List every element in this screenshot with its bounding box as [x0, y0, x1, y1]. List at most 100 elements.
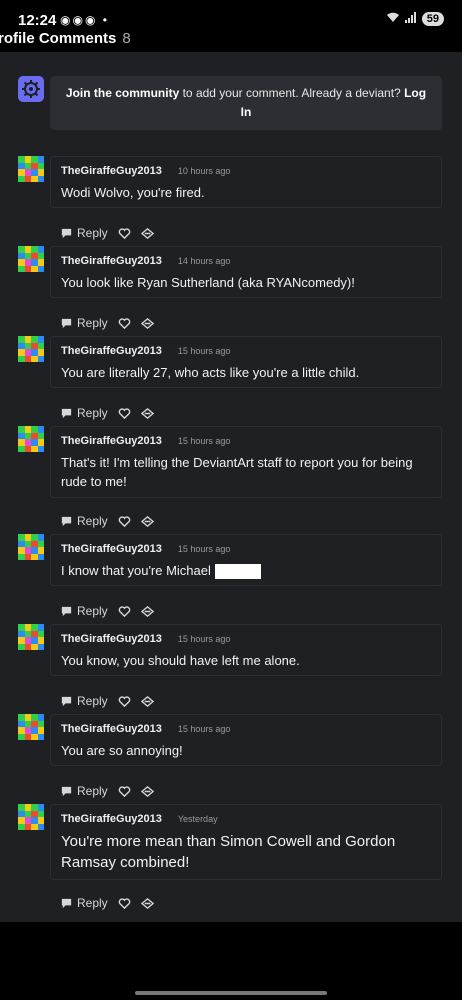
heart-icon: [118, 897, 131, 909]
user-avatar-icon[interactable]: [18, 156, 44, 182]
reply-button[interactable]: Reply: [60, 316, 108, 330]
hide-icon: [140, 407, 154, 419]
reply-button[interactable]: Reply: [60, 784, 108, 798]
wifi-icon: [386, 12, 400, 26]
reply-icon: [61, 786, 72, 796]
reply-icon: [61, 408, 72, 418]
like-button[interactable]: [118, 407, 131, 420]
comment-timestamp[interactable]: Yesterday: [178, 814, 218, 824]
reply-icon: [61, 606, 72, 616]
user-avatar-icon[interactable]: [18, 426, 44, 452]
like-button[interactable]: [118, 515, 131, 528]
comment-meta: TheGiraffeGuy2013 15 hours ago: [61, 435, 431, 447]
like-button[interactable]: [118, 695, 131, 708]
comment-bubble: TheGiraffeGuy2013 15 hours ago You know, y…: [50, 624, 442, 676]
hide-icon: [140, 227, 154, 239]
comment-timestamp[interactable]: 10 hours ago: [178, 166, 231, 176]
reply-button[interactable]: Reply: [60, 226, 108, 240]
user-avatar-icon[interactable]: [18, 336, 44, 362]
comment-actions: Reply: [60, 694, 154, 708]
heart-icon: [118, 695, 131, 707]
join-community-link[interactable]: Join the community: [66, 86, 179, 100]
avatar-pixel: [37, 553, 44, 560]
gesture-nav-handle[interactable]: [135, 991, 327, 995]
comment-text: That's it! I'm telling the DeviantArt st…: [61, 453, 431, 491]
hide-icon: [140, 515, 154, 527]
comment-bubble: TheGiraffeGuy2013 15 hours ago You are so …: [50, 714, 442, 766]
heart-icon: [118, 515, 131, 527]
comment-text: You are so annoying!: [61, 741, 431, 760]
comment-timestamp[interactable]: 15 hours ago: [178, 346, 231, 356]
comment-actions: Reply: [60, 406, 154, 420]
hide-button[interactable]: [140, 785, 154, 798]
comment-username[interactable]: TheGiraffeGuy2013: [61, 165, 162, 177]
comment-timestamp[interactable]: 15 hours ago: [178, 634, 231, 644]
reply-icon: [61, 898, 72, 908]
hide-button[interactable]: [140, 227, 154, 240]
user-avatar-icon[interactable]: [18, 624, 44, 650]
comment-timestamp[interactable]: 15 hours ago: [178, 544, 231, 554]
hide-button[interactable]: [140, 605, 154, 618]
comment-bubble: TheGiraffeGuy2013 15 hours ago I know that…: [50, 534, 442, 586]
redaction-box: [214, 564, 261, 580]
comment-bubble: TheGiraffeGuy2013 14 hours ago You look li…: [50, 246, 442, 298]
avatar-pixel: [37, 355, 44, 362]
section-title: rofile Comments 8: [0, 30, 131, 47]
reply-button[interactable]: Reply: [60, 694, 108, 708]
hide-icon: [140, 695, 154, 707]
like-button[interactable]: [118, 317, 131, 330]
comment-username[interactable]: TheGiraffeGuy2013: [61, 633, 162, 645]
user-avatar-icon[interactable]: [18, 534, 44, 560]
like-button[interactable]: [118, 785, 131, 798]
reply-button[interactable]: Reply: [60, 604, 108, 618]
hide-button[interactable]: [140, 897, 154, 910]
comment-text-content: Wodi Wolvo, you're fired.: [61, 185, 205, 200]
section-title-text: rofile Comments: [0, 30, 117, 47]
comment-username[interactable]: TheGiraffeGuy2013: [61, 813, 162, 825]
reply-button[interactable]: Reply: [60, 896, 108, 910]
hide-button[interactable]: [140, 317, 154, 330]
hide-button[interactable]: [140, 515, 154, 528]
comment-username[interactable]: TheGiraffeGuy2013: [61, 345, 162, 357]
user-avatar-icon[interactable]: [18, 714, 44, 740]
join-message-text: to add your comment. Already a deviant?: [179, 86, 405, 100]
comment-text: You're more mean than Simon Cowell and G…: [61, 831, 431, 873]
reply-label: Reply: [77, 896, 108, 910]
avatar-pixel: [37, 733, 44, 740]
hide-icon: [140, 785, 154, 797]
comment-meta: TheGiraffeGuy2013 10 hours ago: [61, 165, 431, 177]
comment-timestamp[interactable]: 15 hours ago: [178, 724, 231, 734]
comment-timestamp[interactable]: 14 hours ago: [178, 256, 231, 266]
avatar-pixel: [37, 175, 44, 182]
comment-timestamp[interactable]: 15 hours ago: [178, 436, 231, 446]
avatar-pixel: [37, 643, 44, 650]
reply-button[interactable]: Reply: [60, 406, 108, 420]
hide-button[interactable]: [140, 407, 154, 420]
comment-meta: TheGiraffeGuy2013 15 hours ago: [61, 723, 431, 735]
comment-username[interactable]: TheGiraffeGuy2013: [61, 435, 162, 447]
comment-text-content: You know, you should have left me alone.: [61, 653, 300, 668]
heart-icon: [118, 785, 131, 797]
comment-actions: Reply: [60, 604, 154, 618]
comment-username[interactable]: TheGiraffeGuy2013: [61, 543, 162, 555]
user-avatar-icon[interactable]: [18, 804, 44, 830]
like-button[interactable]: [118, 605, 131, 618]
like-button[interactable]: [118, 897, 131, 910]
battery-indicator: 59: [421, 12, 444, 26]
like-button[interactable]: [118, 227, 131, 240]
reply-label: Reply: [77, 784, 108, 798]
user-avatar-icon[interactable]: [18, 246, 44, 272]
comment-text: I know that you're Michael: [61, 561, 431, 580]
comment-meta: TheGiraffeGuy2013 15 hours ago: [61, 345, 431, 357]
comment-bubble: TheGiraffeGuy2013 10 hours ago Wodi Wolvo,…: [50, 156, 442, 208]
reply-button[interactable]: Reply: [60, 514, 108, 528]
comment-actions: Reply: [60, 514, 154, 528]
reply-icon: [61, 318, 72, 328]
comment-text-content: You are so annoying!: [61, 743, 183, 758]
avatar-pixel: [37, 265, 44, 272]
comment-username[interactable]: TheGiraffeGuy2013: [61, 723, 162, 735]
hide-button[interactable]: [140, 695, 154, 708]
comment-username[interactable]: TheGiraffeGuy2013: [61, 255, 162, 267]
bottom-area: [0, 922, 462, 1000]
join-prompt: Join the community to add your comment. …: [18, 76, 442, 130]
